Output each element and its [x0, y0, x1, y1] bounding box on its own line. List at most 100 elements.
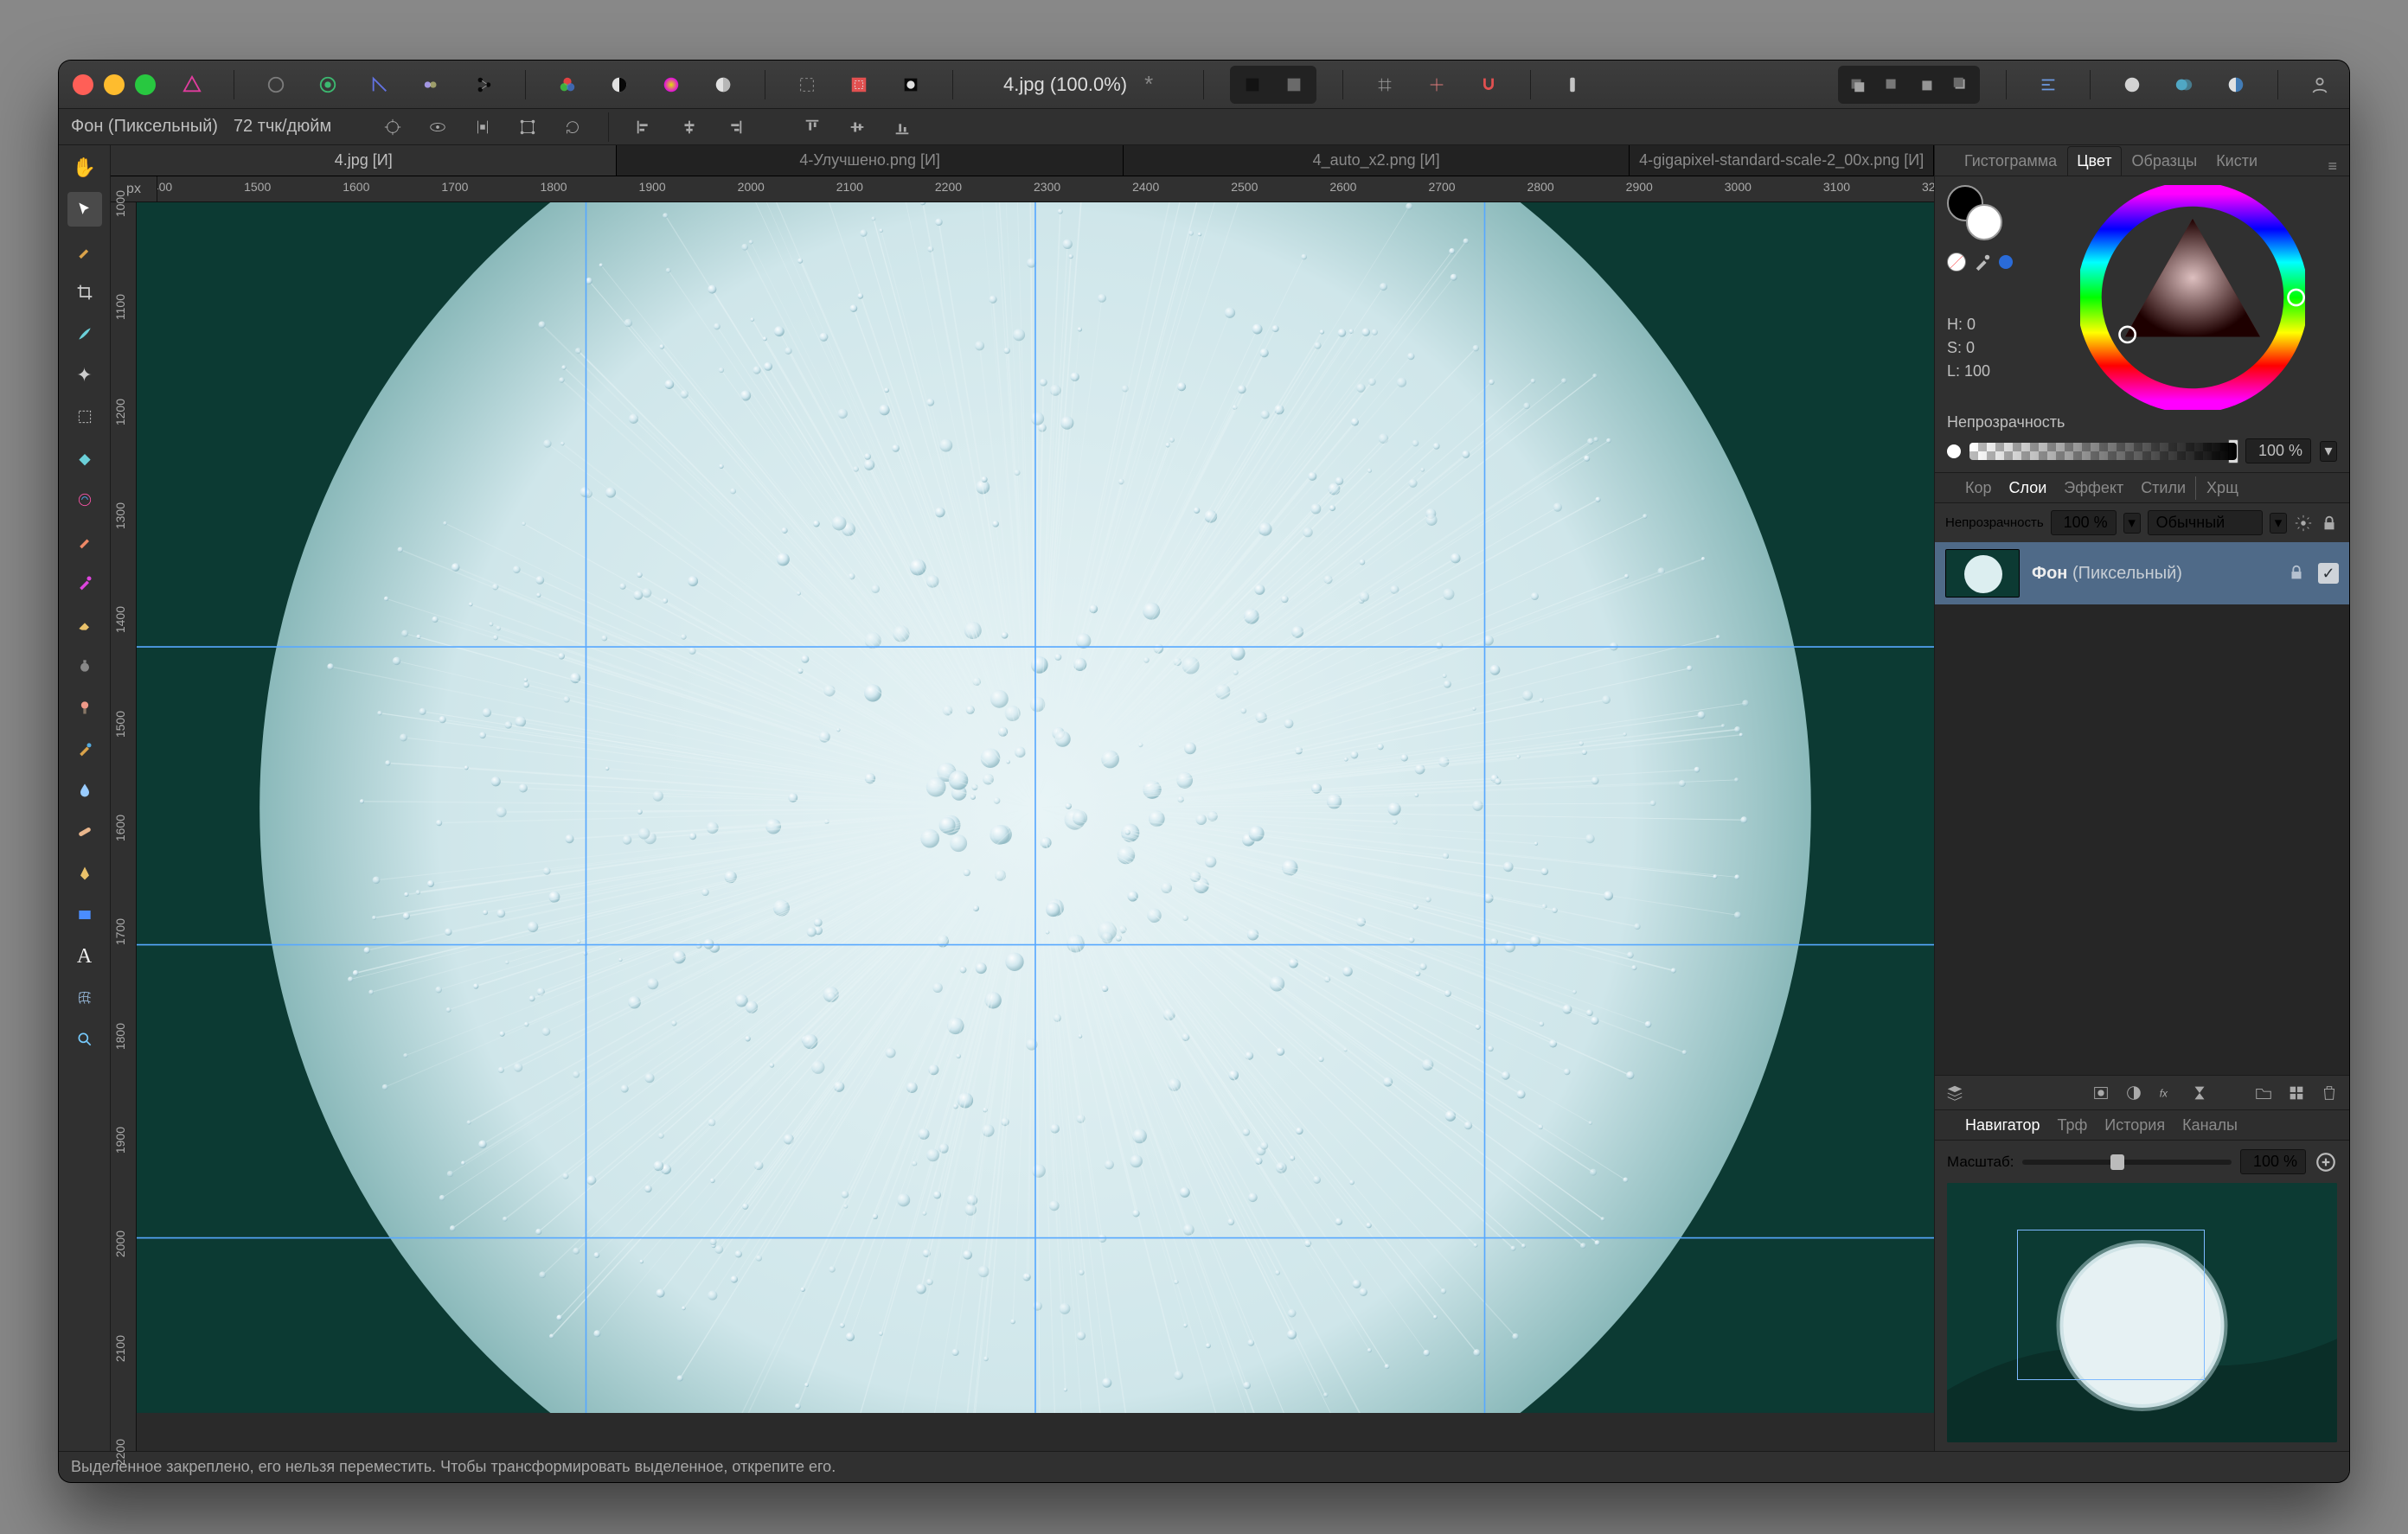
align-bottom-icon[interactable] — [887, 112, 917, 142]
mask-bw-icon[interactable] — [604, 69, 635, 100]
opacity-dropdown[interactable]: ▾ — [2320, 441, 2337, 462]
opacity-slider[interactable] — [1969, 443, 2237, 460]
healing-tool[interactable] — [67, 815, 102, 849]
visibility-icon[interactable] — [423, 112, 452, 142]
persona-tone-icon[interactable] — [416, 69, 447, 100]
lock-icon[interactable] — [2320, 514, 2339, 533]
persona-photo-icon[interactable] — [260, 69, 291, 100]
tab-histogram[interactable]: Гистограмма — [1956, 147, 2065, 176]
guides-icon[interactable] — [1421, 69, 1452, 100]
intersect-mask-icon[interactable] — [2168, 69, 2200, 100]
group-icon[interactable] — [2254, 1083, 2273, 1103]
align-top-icon[interactable] — [797, 112, 827, 142]
sampled-color[interactable] — [1999, 255, 2013, 269]
dodge-tool[interactable] — [67, 690, 102, 725]
tab-misc[interactable]: Хрщ — [2195, 476, 2246, 500]
pen-tool[interactable] — [67, 856, 102, 891]
rectangle-tool[interactable] — [67, 898, 102, 932]
persona-export-icon[interactable] — [468, 69, 499, 100]
fx-icon[interactable]: fx — [2157, 1083, 2176, 1103]
magic-wand-tool[interactable]: ✦ — [67, 358, 102, 393]
color-picker-tool[interactable] — [67, 233, 102, 268]
tab-color[interactable]: Цвет — [2067, 146, 2121, 176]
arrange-front-icon[interactable] — [1945, 69, 1976, 100]
tab-swatches[interactable]: Образцы — [2123, 147, 2206, 176]
tab-adjust[interactable]: Кор — [1957, 476, 2000, 500]
canvas-viewport[interactable] — [137, 202, 1934, 1451]
align-right-icon[interactable] — [720, 112, 749, 142]
add-mask-icon[interactable] — [2117, 69, 2148, 100]
layer-opacity-dd[interactable]: ▾ — [2123, 513, 2141, 534]
quick-mask-icon[interactable] — [895, 69, 926, 100]
navigator-preview[interactable] — [1947, 1183, 2337, 1442]
inpaint-brush-tool[interactable] — [67, 566, 102, 600]
layer-lock-icon[interactable] — [2287, 563, 2306, 582]
marquee-tool[interactable] — [67, 399, 102, 434]
align-left-icon[interactable] — [630, 112, 659, 142]
layer-blend-icon[interactable] — [1945, 1083, 1964, 1103]
channels-icon[interactable] — [552, 69, 583, 100]
layer-list[interactable]: Фон (Пиксельный) ✓ — [1935, 542, 2349, 1075]
primary-color[interactable] — [1966, 204, 2002, 240]
arrange-forward-icon[interactable] — [1911, 69, 1942, 100]
snapping-icon[interactable] — [1473, 69, 1504, 100]
tab-navigator[interactable]: Навигатор — [1957, 1114, 2047, 1137]
align-h-center-icon[interactable] — [675, 112, 704, 142]
tab-layers[interactable]: Слои — [2001, 476, 2055, 500]
tab-effects[interactable]: Эффект — [2056, 476, 2131, 500]
account-icon[interactable] — [2304, 69, 2335, 100]
paint-brush-tool[interactable] — [67, 316, 102, 351]
crop-dark-icon[interactable] — [1233, 69, 1271, 100]
mask-icon[interactable] — [2091, 1083, 2110, 1103]
erase-tool[interactable] — [67, 607, 102, 642]
opacity-value[interactable]: 100 % — [2245, 438, 2311, 463]
arrange-backward-icon[interactable] — [1876, 69, 1907, 100]
hand-tool[interactable]: ✋ — [67, 150, 102, 185]
layer-opacity-value[interactable]: 100 % — [2051, 510, 2117, 535]
tab-brushes[interactable]: Кисти — [2207, 147, 2266, 176]
panel-menu-icon[interactable]: ≡ — [2328, 157, 2337, 176]
move-tool[interactable] — [67, 192, 102, 227]
doc-tab-2[interactable]: 4-Улучшено.png [И] — [617, 145, 1123, 176]
add-layer-icon[interactable] — [2287, 1083, 2306, 1103]
trash-icon[interactable] — [2320, 1083, 2339, 1103]
crop-tool[interactable] — [67, 275, 102, 310]
tab-transform[interactable]: Трф — [2049, 1114, 2095, 1137]
blend-mode-select[interactable]: Обычный — [2148, 510, 2263, 535]
subtract-mask-icon[interactable] — [2220, 69, 2251, 100]
window-zoom[interactable] — [135, 74, 156, 95]
layer-row[interactable]: Фон (Пиксельный) ✓ — [1935, 542, 2349, 604]
adjustment-icon[interactable] — [2124, 1083, 2143, 1103]
merge-icon[interactable] — [2190, 1083, 2209, 1103]
tab-history[interactable]: История — [2097, 1114, 2173, 1137]
navigator-viewbox[interactable] — [2017, 1230, 2204, 1380]
zoom-in-icon[interactable] — [2315, 1151, 2337, 1173]
align-v-center-icon[interactable] — [842, 112, 872, 142]
swatch-color-icon[interactable] — [656, 69, 687, 100]
persona-liquify-icon[interactable] — [312, 69, 343, 100]
blur-tool[interactable] — [67, 773, 102, 808]
doc-tab-1[interactable]: 4.jpg [И] — [111, 145, 617, 176]
mesh-warp-tool[interactable] — [67, 981, 102, 1015]
window-minimize[interactable] — [104, 74, 125, 95]
brush-tool[interactable] — [67, 524, 102, 559]
align-panel-icon[interactable] — [2033, 69, 2064, 100]
zoom-slider[interactable] — [2022, 1160, 2232, 1165]
dist-h-icon[interactable] — [468, 112, 497, 142]
layer-visible-checkbox[interactable]: ✓ — [2318, 563, 2339, 584]
assistant-icon[interactable] — [1557, 69, 1588, 100]
persona-develop-icon[interactable] — [364, 69, 395, 100]
target-icon[interactable] — [378, 112, 407, 142]
grid-icon[interactable] — [1369, 69, 1400, 100]
tab-styles[interactable]: Стили — [2133, 476, 2193, 500]
ruler-vertical[interactable]: 1000110012001300140015001600170018001900… — [111, 202, 137, 1451]
doc-tab-3[interactable]: 4_auto_x2.png [И] — [1124, 145, 1630, 176]
color-wheel[interactable] — [2080, 185, 2305, 410]
eyedropper-icon[interactable] — [1973, 252, 1992, 272]
selection-invert-icon[interactable] — [843, 69, 874, 100]
flood-fill-tool[interactable] — [67, 441, 102, 476]
gradient-map-icon[interactable] — [708, 69, 739, 100]
zoom-tool[interactable] — [67, 1022, 102, 1057]
selection-marquee-icon[interactable] — [791, 69, 823, 100]
doc-tab-4[interactable]: 4-gigapixel-standard-scale-2_00x.png [И] — [1630, 145, 1934, 176]
